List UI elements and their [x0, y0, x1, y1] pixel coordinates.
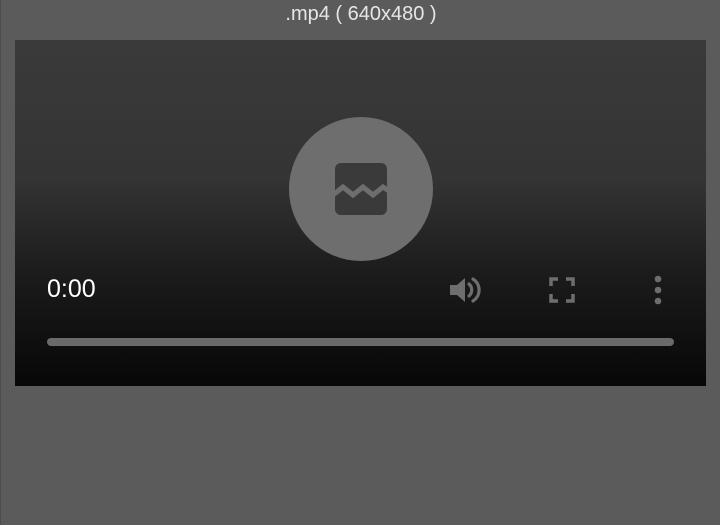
broken-image-icon	[333, 163, 389, 215]
volume-icon	[450, 277, 481, 303]
page: .mp4 ( 640x480 ) 0:00	[0, 0, 720, 525]
video-player[interactable]: 0:00	[15, 40, 706, 386]
fullscreen-icon	[549, 277, 575, 303]
window-title: .mp4 ( 640x480 )	[285, 3, 437, 25]
current-time: 0:00	[47, 275, 96, 303]
media-error-button[interactable]	[289, 117, 433, 261]
volume-button[interactable]	[447, 274, 483, 306]
more-options-button[interactable]	[640, 274, 676, 306]
more-vertical-icon	[654, 275, 662, 305]
progress-bar[interactable]	[47, 338, 674, 346]
fullscreen-button[interactable]	[544, 274, 580, 306]
